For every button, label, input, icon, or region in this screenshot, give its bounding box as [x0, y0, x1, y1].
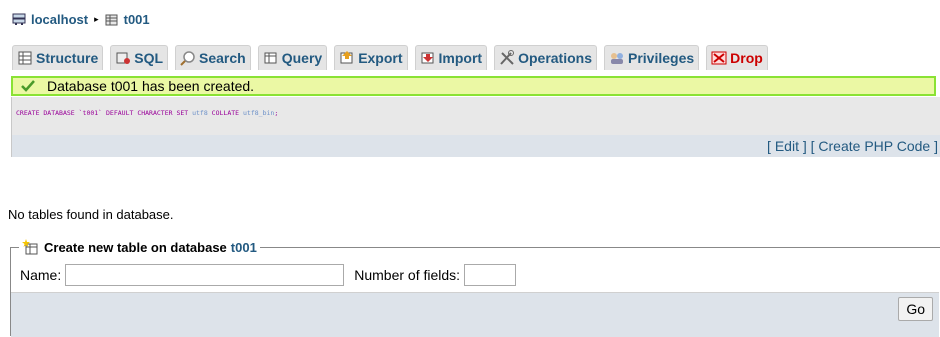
search-icon — [180, 51, 195, 66]
tab-label: SQL — [134, 50, 164, 66]
create-table-legend-text: Create new table on database — [44, 239, 227, 255]
tab-label: Structure — [36, 50, 99, 66]
operations-icon — [500, 50, 515, 65]
breadcrumb: localhost ▸ t001 — [12, 10, 150, 28]
tab-label: Privileges — [628, 50, 695, 66]
tab-import[interactable]: Import — [414, 45, 488, 70]
tab-label: Operations — [518, 50, 592, 66]
tab-search[interactable]: Search — [175, 45, 251, 70]
breadcrumb-server-link[interactable]: localhost — [31, 12, 88, 27]
sql-icon — [116, 52, 131, 64]
sql-query-text: CREATE DATABASE `t001` DEFAULT CHARACTER… — [16, 109, 279, 117]
tab-drop[interactable]: Drop — [706, 45, 768, 70]
create-table-footer: Go — [11, 292, 939, 337]
create-table-legend: Create new table on database t001 — [19, 239, 260, 255]
tab-label: Query — [281, 50, 323, 66]
tab-label: Export — [358, 50, 403, 66]
export-icon — [340, 51, 353, 64]
breadcrumb-separator: ▸ — [94, 13, 99, 24]
structure-icon — [18, 51, 32, 65]
tab-sql[interactable]: SQL — [110, 45, 169, 70]
privileges-icon — [611, 53, 623, 64]
new-table-icon — [22, 239, 38, 255]
success-message-text: Database t001 has been created. — [47, 78, 255, 94]
table-name-input[interactable] — [65, 264, 345, 286]
edit-link[interactable]: Edit — [775, 138, 799, 154]
tab-bar: Structure SQL Search Query Export Import… — [12, 45, 775, 71]
server-icon — [12, 13, 26, 25]
check-icon — [21, 80, 35, 92]
number-of-fields-label: Number of fields: — [354, 267, 461, 283]
success-message: Database t001 has been created. — [11, 76, 936, 96]
tab-label: Search — [199, 50, 246, 66]
sql-query-box: CREATE DATABASE `t001` DEFAULT CHARACTER… — [11, 97, 940, 157]
number-of-fields-input[interactable] — [464, 264, 517, 286]
create-php-code-link[interactable]: Create PHP Code — [818, 138, 930, 154]
no-tables-message: No tables found in database. — [8, 207, 174, 222]
database-icon — [105, 14, 118, 25]
tab-label: Drop — [730, 50, 763, 66]
name-label: Name: — [20, 267, 62, 283]
import-icon — [421, 52, 434, 64]
breadcrumb-database-link[interactable]: t001 — [124, 12, 150, 27]
tab-label: Import — [438, 50, 483, 66]
tab-export[interactable]: Export — [334, 45, 408, 70]
tab-structure[interactable]: Structure — [12, 45, 104, 70]
create-table-database-name: t001 — [230, 239, 257, 255]
go-button[interactable]: Go — [898, 297, 933, 321]
drop-icon — [711, 51, 727, 65]
tab-privileges[interactable]: Privileges — [604, 45, 700, 70]
tab-operations[interactable]: Operations — [494, 45, 597, 70]
query-icon — [264, 52, 277, 64]
sql-links: [ Edit ] [ Create PHP Code ] — [767, 138, 938, 154]
create-table-fieldset: Create new table on database t001 Name: … — [10, 239, 940, 337]
tab-query[interactable]: Query — [257, 45, 328, 70]
